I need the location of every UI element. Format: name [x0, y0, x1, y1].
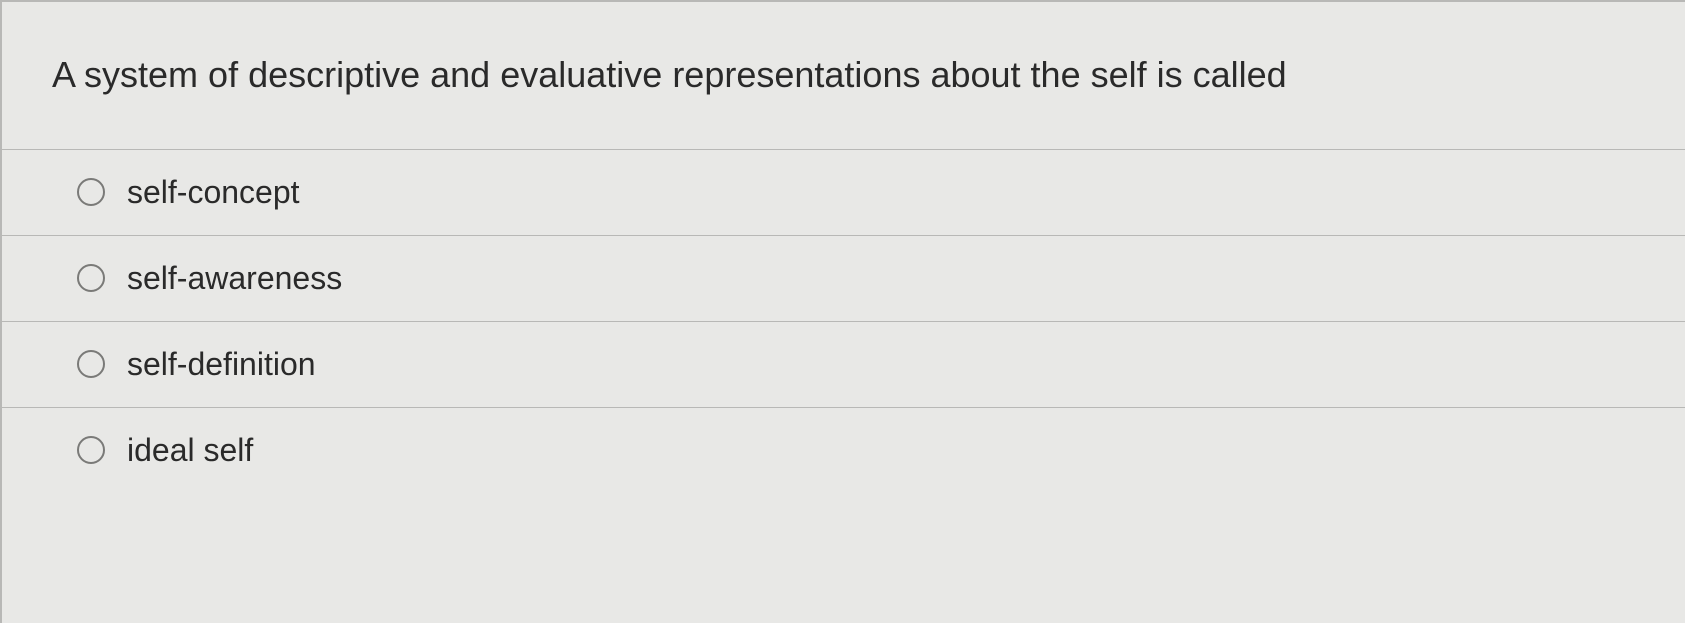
option-self-definition[interactable]: self-definition	[2, 321, 1685, 407]
radio-icon[interactable]	[77, 178, 105, 206]
quiz-container: A system of descriptive and evaluative r…	[0, 0, 1685, 623]
option-label: self-concept	[127, 174, 300, 211]
options-list: self-concept self-awareness self-definit…	[2, 149, 1685, 493]
option-label: self-awareness	[127, 260, 342, 297]
option-ideal-self[interactable]: ideal self	[2, 407, 1685, 493]
option-self-awareness[interactable]: self-awareness	[2, 235, 1685, 321]
radio-icon[interactable]	[77, 350, 105, 378]
option-label: ideal self	[127, 432, 253, 469]
option-self-concept[interactable]: self-concept	[2, 149, 1685, 235]
radio-icon[interactable]	[77, 436, 105, 464]
question-text: A system of descriptive and evaluative r…	[2, 2, 1685, 149]
option-label: self-definition	[127, 346, 316, 383]
radio-icon[interactable]	[77, 264, 105, 292]
